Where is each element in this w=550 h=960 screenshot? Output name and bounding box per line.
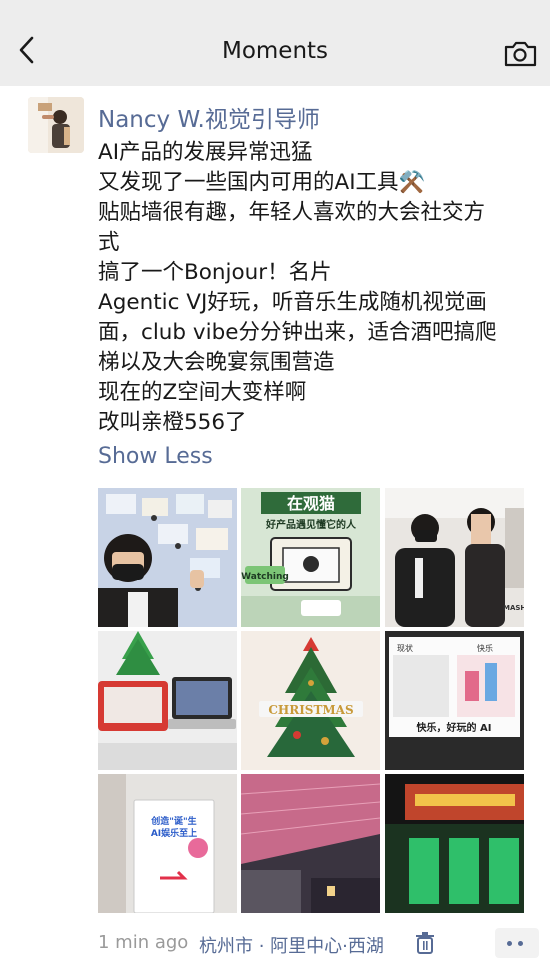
photo-sign-label: MASHA DEMO	[503, 604, 524, 612]
photo-slide-caption: 快乐，好玩的 AI	[416, 721, 492, 734]
photo-ai-slide: 现状 快乐 快乐，好玩的 AI	[385, 631, 524, 770]
photo-grid: 在观猫 好产品遇见懂它的人 Watching MASHA DEMO	[98, 488, 524, 913]
photo-sign-subtitle: 好产品遇见懂它的人	[265, 518, 357, 531]
post-time: 1 min ago	[98, 932, 189, 953]
photo-tile[interactable]: 在观猫 好产品遇见懂它的人 Watching	[241, 488, 380, 627]
photo-booth-sign: 在观猫 好产品遇见懂它的人 Watching	[241, 488, 380, 627]
photo-slide-left: 现状	[397, 643, 413, 653]
photo-tile[interactable]	[98, 488, 237, 627]
post-line: 搞了一个Bonjour！名片	[98, 260, 332, 285]
delete-button[interactable]	[415, 931, 435, 955]
photo-slide-right: 快乐	[477, 643, 493, 653]
photo-sign-label: Watching	[241, 572, 289, 582]
avatar-photo	[28, 97, 84, 153]
more-dots-icon	[518, 941, 523, 946]
photo-poster-line: AI娱乐至上	[151, 827, 197, 839]
photo-tile[interactable]: MASHA DEMO	[385, 488, 524, 627]
trash-icon	[416, 932, 434, 954]
photo-event-people: MASHA DEMO	[385, 488, 524, 627]
more-dots-icon	[507, 941, 512, 946]
photo-poster-line: 创造"诞"生	[150, 815, 196, 827]
post-line: 现在的Z空间大变样啊	[98, 380, 307, 405]
photo-tile[interactable]: CHRISTMAS	[241, 631, 380, 770]
photo-standee-poster: 创造"诞"生 AI娱乐至上	[98, 774, 237, 913]
photo-laptop-setup	[98, 631, 237, 770]
photo-sticker-wall	[98, 488, 237, 627]
photo-night-storefront	[385, 774, 524, 913]
photo-christmas-tree: CHRISTMAS	[241, 631, 380, 770]
post-line: 贴贴墙很有趣，年轻人喜欢的大会社交方	[98, 200, 486, 225]
post-line: 梯以及大会晚宴氛围营造	[98, 350, 335, 375]
photo-tile[interactable]	[385, 774, 524, 913]
photo-tile[interactable]	[98, 631, 237, 770]
more-options-button[interactable]	[495, 928, 539, 958]
photo-tile[interactable]	[241, 774, 380, 913]
photo-tile[interactable]: 现状 快乐 快乐，好玩的 AI	[385, 631, 524, 770]
post-line: 面，club vibe分分钟出来，适合酒吧搞爬	[98, 320, 497, 345]
photo-sign-title: 在观猫	[287, 494, 335, 513]
avatar[interactable]	[28, 97, 84, 153]
post-line: Agentic VJ好玩，听音乐生成随机视觉画	[98, 290, 487, 315]
camera-button[interactable]	[500, 38, 540, 70]
post-line: 式	[98, 230, 120, 255]
top-nav-bar: Moments	[0, 10, 550, 86]
post-line: 改叫亲橙556了	[98, 410, 247, 435]
post-body: AI产品的发展异常迅猛 又发现了一些国内可用的AI工具⚒️ 贴贴墙很有趣，年轻人…	[98, 138, 533, 438]
author-name[interactable]: Nancy W.视觉引导师	[98, 100, 320, 134]
status-bar	[0, 0, 550, 10]
page-title: Moments	[221, 38, 329, 64]
post-line: AI产品的发展异常迅猛	[98, 140, 313, 165]
post-line: 又发现了一些国内可用的AI工具⚒️	[98, 170, 426, 195]
camera-icon	[504, 41, 537, 67]
post-location[interactable]: 杭州市 · 阿里中心·西湖	[199, 932, 384, 958]
photo-banner-text: CHRISTMAS	[268, 703, 353, 717]
photo-pink-canopy	[241, 774, 380, 913]
photo-tile[interactable]: 创造"诞"生 AI娱乐至上	[98, 774, 237, 913]
show-less-link[interactable]: Show Less	[98, 444, 213, 469]
